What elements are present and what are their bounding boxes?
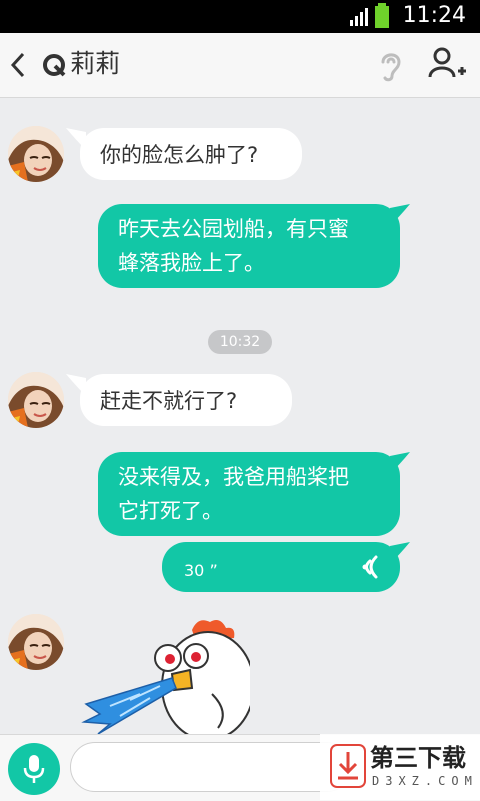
watermark: 第三下载 D3XZ.COM <box>320 734 480 800</box>
message-text-line-2: 它打死了。 <box>118 499 223 523</box>
microphone-icon <box>23 755 45 783</box>
chat-area[interactable]: 你的脸怎么肿了? 昨天去公园划船，有只蜜 蜂落我脸上了。 10:32 赶走不就行… <box>0 98 480 734</box>
signal-icon <box>350 8 368 26</box>
avatar[interactable] <box>8 126 64 182</box>
message-bubble-incoming[interactable]: 你的脸怎么肿了? <box>80 128 302 180</box>
message-bubble-outgoing[interactable]: 昨天去公园划船，有只蜜 蜂落我脸上了。 <box>98 204 400 288</box>
timestamp-pill: 10:32 <box>208 330 272 354</box>
avatar[interactable] <box>8 372 64 428</box>
message-bubble-incoming[interactable]: 赶走不就行了? <box>80 374 292 426</box>
page-title: 莉莉 <box>70 49 121 78</box>
voice-duration: 30 ” <box>184 561 218 580</box>
back-chevron-icon[interactable] <box>10 51 26 79</box>
watermark-text: 第三下载 <box>370 744 466 772</box>
status-bar: 11:24 <box>0 0 480 33</box>
chat-header: 莉莉 <box>0 33 480 98</box>
add-user-icon[interactable] <box>428 47 468 83</box>
message-text-line-1: 没来得及，我爸用船桨把 <box>118 465 349 489</box>
bubble-tail <box>390 204 410 226</box>
earpiece-mode-icon[interactable] <box>378 49 404 83</box>
avatar[interactable] <box>8 614 64 670</box>
message-text-line-1: 昨天去公园划船，有只蜜 <box>118 217 349 241</box>
message-text: 赶走不就行了? <box>100 389 238 413</box>
avatar-photo-icon <box>8 372 64 428</box>
voice-input-button[interactable] <box>8 743 60 795</box>
voice-wave-icon <box>362 555 378 579</box>
avatar-photo-icon <box>8 614 64 670</box>
rooster-sticker[interactable] <box>80 616 250 734</box>
battery-icon <box>375 3 389 28</box>
bubble-tail <box>390 452 410 474</box>
message-input[interactable] <box>70 742 352 792</box>
download-logo-icon <box>330 744 366 788</box>
message-text: 你的脸怎么肿了? <box>100 143 259 167</box>
voice-message-bubble[interactable]: 30 ” <box>162 542 400 592</box>
bubble-tail <box>390 542 410 564</box>
message-text-line-2: 蜂落我脸上了。 <box>118 251 265 275</box>
message-bubble-outgoing[interactable]: 没来得及，我爸用船桨把 它打死了。 <box>98 452 400 536</box>
contact-status-icon <box>43 54 66 77</box>
watermark-subtext: D3XZ.COM <box>372 774 478 788</box>
status-time: 11:24 <box>402 3 466 28</box>
avatar-photo-icon <box>8 126 64 182</box>
